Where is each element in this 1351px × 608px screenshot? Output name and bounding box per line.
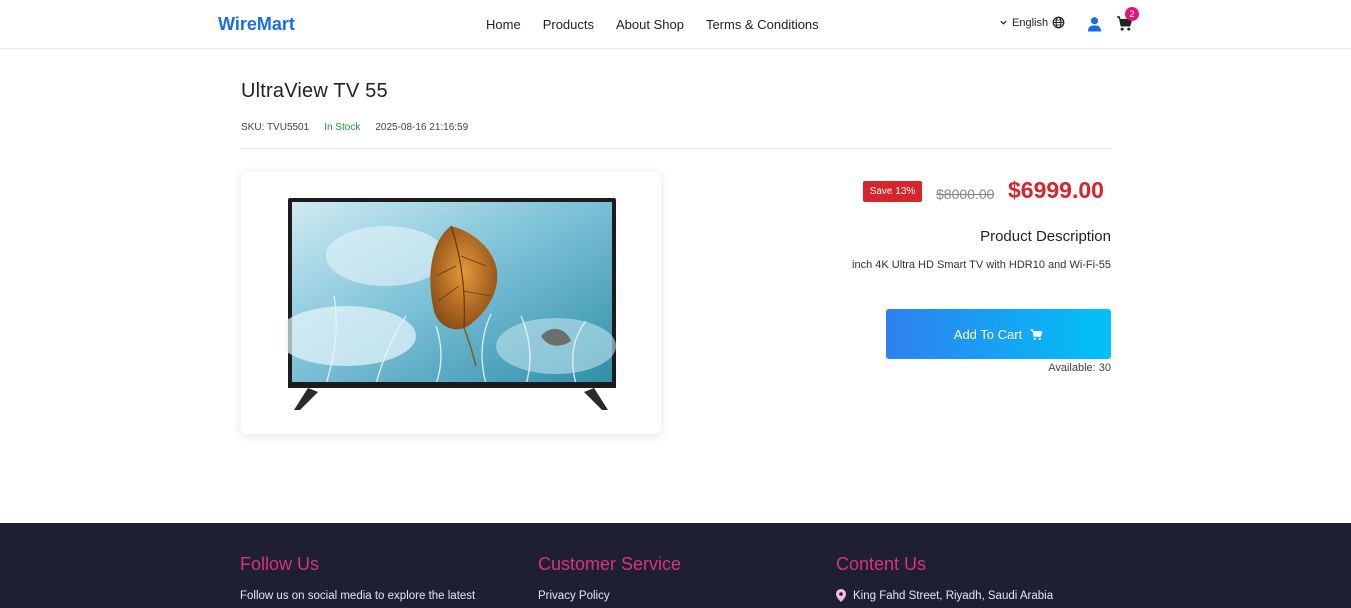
available-quantity: Available: 30 (1048, 362, 1111, 374)
product-description: inch 4K Ultra HD Smart TV with HDR10 and… (852, 259, 1111, 271)
original-price: $8000.00 (936, 186, 995, 202)
description-heading: Product Description (980, 228, 1111, 245)
customer-service-heading: Customer Service (538, 554, 682, 574)
language-selector[interactable]: English (999, 16, 1065, 29)
add-to-cart-button[interactable]: Add To Cart (886, 309, 1111, 359)
product-image-card (241, 172, 661, 434)
product-meta: SKU: TVU5501 In Stock 2025-08-16 21:16:5… (241, 122, 468, 133)
site-header: WireMart Home Products About Shop Terms … (0, 0, 1351, 49)
globe-icon (1052, 16, 1065, 29)
nav-terms[interactable]: Terms & Conditions (706, 17, 819, 32)
sale-price: $6999.00 (1008, 177, 1104, 203)
nav-home[interactable]: Home (486, 17, 521, 32)
stock-status: In Stock (324, 122, 361, 133)
discount-badge: Save 13% (863, 181, 922, 202)
cart-icon (1030, 328, 1043, 340)
main-nav: Home Products About Shop Terms & Conditi… (486, 17, 841, 32)
product-sku: SKU: TVU5501 (241, 122, 310, 133)
follow-us-heading: Follow Us (240, 554, 320, 574)
map-pin-icon (836, 589, 846, 602)
divider (241, 148, 1111, 149)
product-timestamp: 2025-08-16 21:16:59 (375, 122, 469, 133)
language-label: English (1012, 16, 1049, 29)
cart-count-badge: 2 (1125, 7, 1139, 21)
privacy-policy-link[interactable]: Privacy Policy (538, 590, 610, 602)
nav-products[interactable]: Products (543, 17, 594, 32)
add-to-cart-label: Add To Cart (953, 326, 1023, 342)
site-footer: Follow Us Follow us on social media to e… (0, 523, 1351, 608)
chevron-down-icon (1000, 20, 1007, 25)
contact-heading: Content Us (836, 554, 927, 574)
follow-us-text: Follow us on social media to explore the… (240, 590, 476, 602)
nav-about-shop[interactable]: About Shop (616, 17, 684, 32)
contact-address: King Fahd Street, Riyadh, Saudi Arabia (853, 590, 1054, 602)
user-icon[interactable] (1087, 16, 1102, 32)
product-image[interactable] (286, 196, 616, 412)
site-logo[interactable]: WireMart (218, 14, 295, 35)
product-title: UltraView TV 55 (241, 80, 388, 102)
